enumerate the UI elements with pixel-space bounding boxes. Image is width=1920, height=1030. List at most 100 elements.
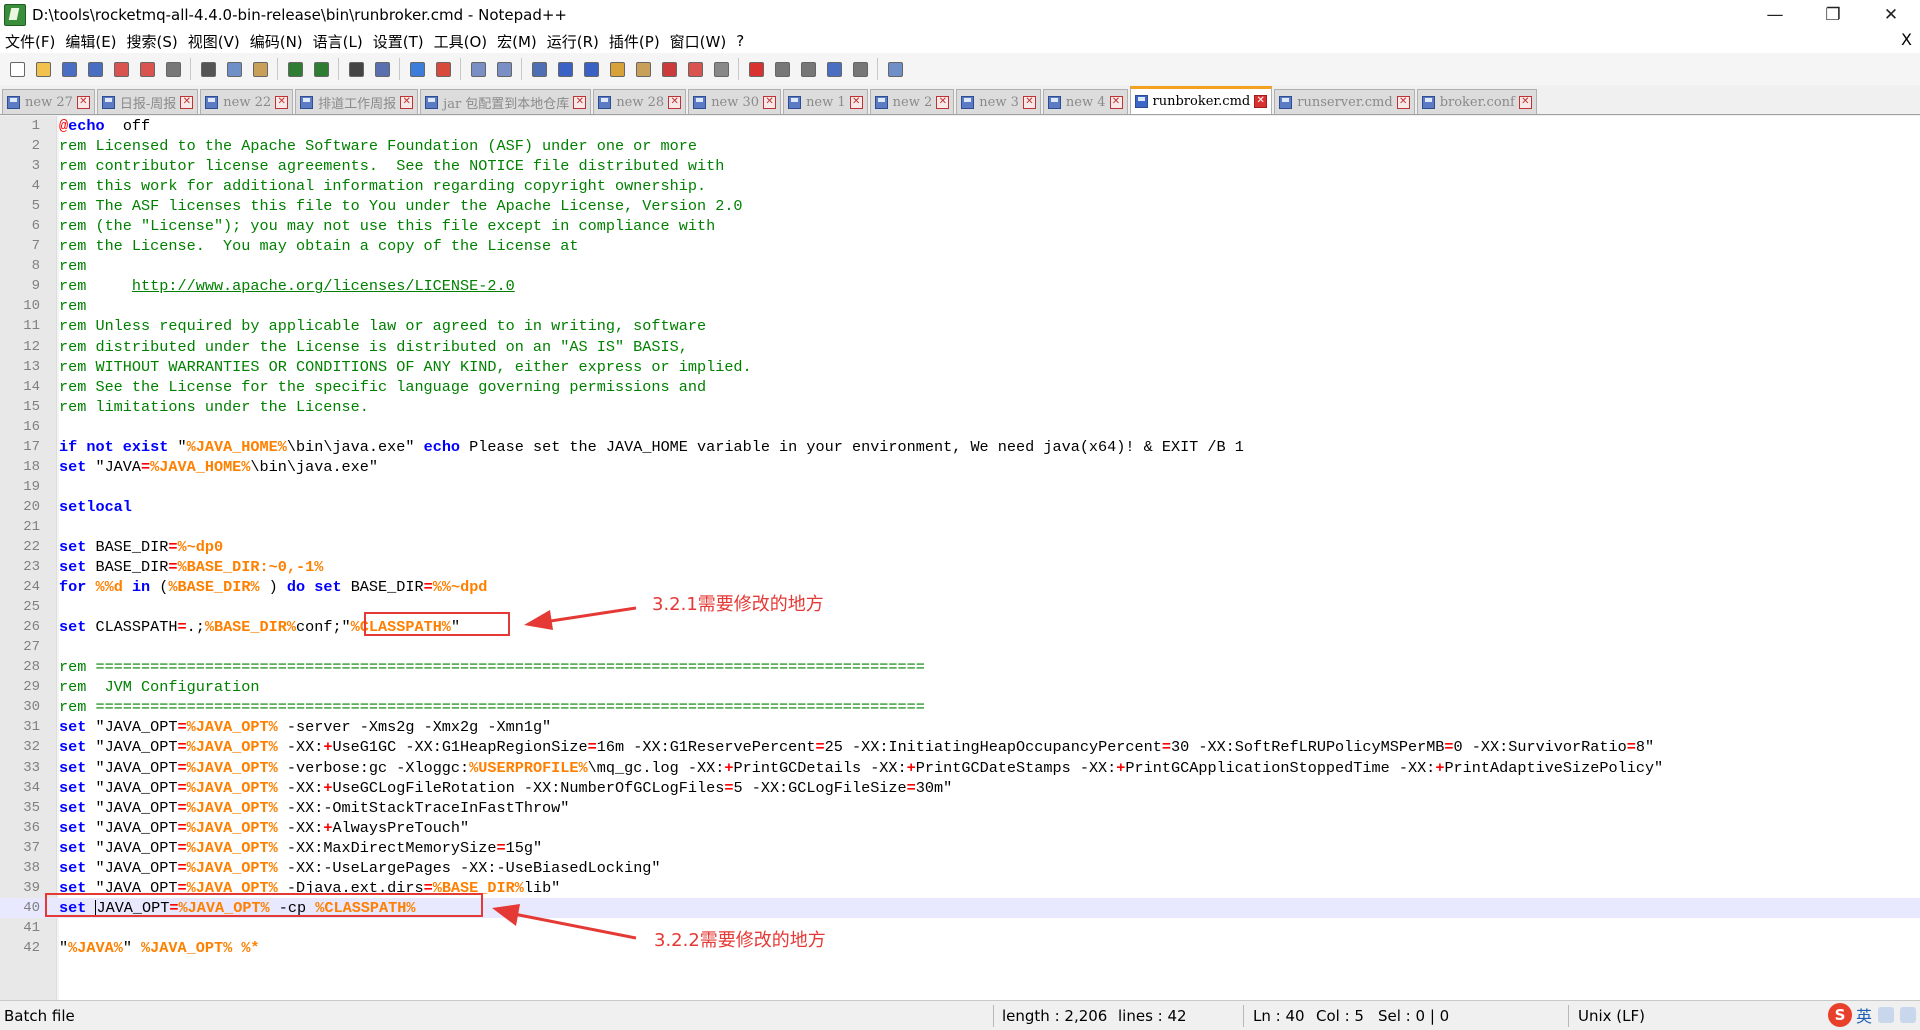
- sync-horizontal-icon[interactable]: [494, 59, 514, 79]
- tab-new-27[interactable]: new 27 ✕: [2, 89, 95, 114]
- code-line[interactable]: 18 set "JAVA=%JAVA_HOME%\bin\java.exe": [0, 457, 1920, 477]
- indent-guide-icon[interactable]: [581, 59, 601, 79]
- code-line[interactable]: 2 rem Licensed to the Apache Software Fou…: [0, 136, 1920, 156]
- stop-macro-icon[interactable]: [772, 59, 792, 79]
- code-view[interactable]: 1 @echo off 2 rem Licensed to the Apache So…: [0, 116, 1920, 958]
- save-icon[interactable]: [59, 59, 79, 79]
- menu-item[interactable]: 宏(M): [492, 31, 542, 52]
- tab-new-28[interactable]: new 28 ✕: [593, 89, 687, 114]
- tab-new-22[interactable]: new 22 ✕: [200, 89, 294, 114]
- new-file-icon[interactable]: [7, 59, 27, 79]
- run-macro-multiple-icon[interactable]: [824, 59, 844, 79]
- menu-item[interactable]: 语言(L): [308, 31, 368, 52]
- code-line[interactable]: 28 rem ==================================…: [0, 657, 1920, 677]
- code-line[interactable]: 21: [0, 517, 1920, 537]
- code-line[interactable]: 27: [0, 637, 1920, 657]
- tab-close-icon[interactable]: ✕: [1518, 95, 1532, 109]
- ime-indicator[interactable]: S 英: [1827, 1003, 1916, 1027]
- tab-close-icon[interactable]: ✕: [1254, 95, 1268, 108]
- code-line[interactable]: 5 rem The ASF licenses this file to You u…: [0, 196, 1920, 216]
- tab-new-30[interactable]: new 30 ✕: [688, 89, 782, 114]
- code-line[interactable]: 1 @echo off: [0, 116, 1920, 136]
- tab-close-icon[interactable]: ✕: [668, 95, 682, 109]
- undo-icon[interactable]: [285, 59, 305, 79]
- code-line[interactable]: 24 for %%d in (%BASE_DIR% ) do set BASE_D…: [0, 577, 1920, 597]
- code-line[interactable]: 25: [0, 597, 1920, 617]
- code-line[interactable]: 17 if not exist "%JAVA_HOME%\bin\java.exe…: [0, 437, 1920, 457]
- code-line[interactable]: 7 rem the License. You may obtain a copy …: [0, 236, 1920, 256]
- word-wrap-icon[interactable]: [529, 59, 549, 79]
- code-line[interactable]: 8 rem: [0, 256, 1920, 276]
- tab-close-icon[interactable]: ✕: [1109, 95, 1123, 109]
- code-line[interactable]: 37 set "JAVA_OPT=%JAVA_OPT% -XX:MaxDirect…: [0, 838, 1920, 858]
- code-line[interactable]: 4 rem this work for additional informatio…: [0, 176, 1920, 196]
- menu-item[interactable]: 编辑(E): [60, 31, 121, 52]
- code-line[interactable]: 38 set "JAVA_OPT=%JAVA_OPT% -XX:-UseLarge…: [0, 858, 1920, 878]
- ime-keyboard-icon[interactable]: [1900, 1007, 1916, 1023]
- ime-settings-icon[interactable]: [1878, 1007, 1894, 1023]
- code-line[interactable]: 31 set "JAVA_OPT=%JAVA_OPT% -server -Xms2…: [0, 717, 1920, 737]
- code-line[interactable]: 30 rem ==================================…: [0, 697, 1920, 717]
- tab-close-icon[interactable]: ✕: [180, 95, 194, 109]
- code-line[interactable]: 10 rem: [0, 296, 1920, 316]
- play-macro-icon[interactable]: [798, 59, 818, 79]
- code-line[interactable]: 41: [0, 918, 1920, 938]
- monitoring-icon[interactable]: [711, 59, 731, 79]
- code-line[interactable]: 3 rem contributor license agreements. See…: [0, 156, 1920, 176]
- tab-close-icon[interactable]: ✕: [763, 95, 777, 109]
- print-icon[interactable]: [163, 59, 183, 79]
- find-icon[interactable]: [346, 59, 366, 79]
- tab-new-2[interactable]: new 2 ✕: [869, 89, 955, 114]
- code-line[interactable]: 22 set BASE_DIR=%~dp0: [0, 537, 1920, 557]
- tab-close-icon[interactable]: ✕: [936, 95, 950, 109]
- code-line[interactable]: 32 set "JAVA_OPT=%JAVA_OPT% -XX:+UseG1GC …: [0, 737, 1920, 757]
- menu-item[interactable]: 编码(N): [245, 31, 308, 52]
- record-macro-icon[interactable]: [746, 59, 766, 79]
- code-line[interactable]: 11 rem Unless required by applicable law …: [0, 316, 1920, 336]
- tab-new-3[interactable]: new 3 ✕: [956, 89, 1041, 114]
- code-line[interactable]: 33 set "JAVA_OPT=%JAVA_OPT% -verbose:gc -…: [0, 758, 1920, 778]
- ime-language[interactable]: 英: [1856, 1003, 1872, 1027]
- tab-close-icon[interactable]: ✕: [1396, 95, 1410, 109]
- spell-check-icon[interactable]: [885, 59, 905, 79]
- sync-vertical-icon[interactable]: [468, 59, 488, 79]
- save-macro-icon[interactable]: [850, 59, 870, 79]
- code-line[interactable]: 26 set CLASSPATH=.;%BASE_DIR%conf;"%CLASS…: [0, 617, 1920, 637]
- code-line[interactable]: 16: [0, 417, 1920, 437]
- tab-close-icon[interactable]: ✕: [1022, 95, 1036, 109]
- paste-icon[interactable]: [250, 59, 270, 79]
- zoom-out-icon[interactable]: [433, 59, 453, 79]
- code-line[interactable]: 23 set BASE_DIR=%BASE_DIR:~0,-1%: [0, 557, 1920, 577]
- menu-item[interactable]: ?: [731, 32, 749, 50]
- menu-item[interactable]: 视图(V): [183, 31, 245, 52]
- code-line[interactable]: 35 set "JAVA_OPT=%JAVA_OPT% -XX:-OmitStac…: [0, 798, 1920, 818]
- menu-item[interactable]: 运行(R): [542, 31, 604, 52]
- tab-runbroker.cmd[interactable]: runbroker.cmd ✕: [1129, 86, 1273, 114]
- zoom-in-icon[interactable]: [407, 59, 427, 79]
- code-line[interactable]: 42 "%JAVA%" %JAVA_OPT% %*: [0, 938, 1920, 958]
- menu-item[interactable]: 工具(O): [429, 31, 493, 52]
- tab-new-4[interactable]: new 4 ✕: [1042, 89, 1128, 114]
- editor-area[interactable]: 1 @echo off 2 rem Licensed to the Apache So…: [0, 116, 1920, 1000]
- user-language-icon[interactable]: [607, 59, 627, 79]
- token[interactable]: http://www.apache.org/licenses/LICENSE-2…: [132, 277, 515, 295]
- tab-close-icon[interactable]: ✕: [275, 95, 289, 109]
- code-line[interactable]: 9 rem http://www.apache.org/licenses/LICE…: [0, 276, 1920, 296]
- code-line[interactable]: 13 rem WITHOUT WARRANTIES OR CONDITIONS O…: [0, 357, 1920, 377]
- cut-icon[interactable]: [198, 59, 218, 79]
- tab-close-icon[interactable]: ✕: [400, 95, 414, 109]
- close-icon[interactable]: [111, 59, 131, 79]
- folder-workspace-icon[interactable]: [685, 59, 705, 79]
- code-line[interactable]: 20 setlocal: [0, 497, 1920, 517]
- code-line[interactable]: 14 rem See the License for the specific l…: [0, 377, 1920, 397]
- tab-日报-周报[interactable]: 日报-周报 ✕: [96, 89, 199, 114]
- code-line[interactable]: 34 set "JAVA_OPT=%JAVA_OPT% -XX:+UseGCLog…: [0, 778, 1920, 798]
- code-line[interactable]: 19: [0, 477, 1920, 497]
- menu-item[interactable]: 插件(P): [604, 31, 665, 52]
- close-all-icon[interactable]: [137, 59, 157, 79]
- menu-item[interactable]: 搜索(S): [122, 31, 183, 52]
- code-line[interactable]: 15 rem limitations under the License.: [0, 397, 1920, 417]
- code-line[interactable]: 12 rem distributed under the License is d…: [0, 337, 1920, 357]
- tab-runserver.cmd[interactable]: runserver.cmd ✕: [1274, 89, 1415, 114]
- open-file-icon[interactable]: [33, 59, 53, 79]
